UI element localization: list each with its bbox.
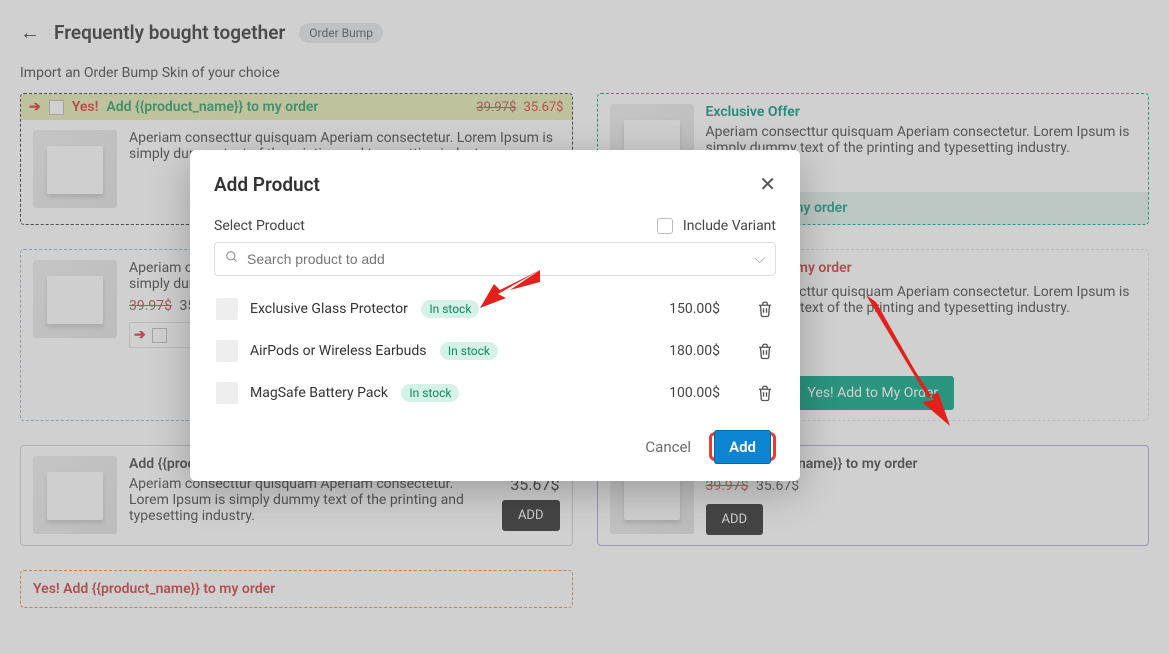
product-name: Exclusive Glass Protector In stock: [250, 301, 608, 317]
product-price: 100.00$: [620, 385, 720, 401]
product-price: 180.00$: [620, 343, 720, 359]
chevron-down-icon[interactable]: ⌵: [754, 251, 765, 267]
modal-title: Add Product: [214, 173, 320, 196]
product-name: AirPods or Wireless Earbuds In stock: [250, 343, 608, 359]
stock-badge: In stock: [401, 384, 459, 402]
add-button-highlight: Add: [709, 432, 776, 461]
include-variant-checkbox[interactable]: [657, 218, 673, 234]
product-name-text: AirPods or Wireless Earbuds: [250, 343, 426, 359]
modal-header: Add Product ✕: [214, 172, 776, 196]
modal-actions: Cancel Add: [214, 432, 776, 461]
annotation-arrow-icon: [856, 290, 956, 430]
stock-badge: In stock: [421, 300, 479, 318]
trash-icon[interactable]: [756, 384, 774, 402]
add-product-modal: Add Product ✕ Select Product Include Var…: [190, 150, 800, 481]
search-icon: [225, 250, 239, 268]
product-name-text: MagSafe Battery Pack: [250, 385, 388, 401]
trash-icon[interactable]: [756, 300, 774, 318]
product-row[interactable]: AirPods or Wireless Earbuds In stock 180…: [214, 330, 776, 372]
select-row: Select Product Include Variant: [214, 218, 776, 234]
product-thumb: [216, 340, 238, 362]
select-product-label: Select Product: [214, 218, 305, 234]
stock-badge: In stock: [440, 342, 498, 360]
product-row[interactable]: MagSafe Battery Pack In stock 100.00$: [214, 372, 776, 414]
include-variant-toggle[interactable]: Include Variant: [657, 218, 776, 234]
product-name-text: Exclusive Glass Protector: [250, 301, 408, 317]
cancel-button[interactable]: Cancel: [645, 438, 691, 456]
product-name: MagSafe Battery Pack In stock: [250, 385, 608, 401]
trash-icon[interactable]: [756, 342, 774, 360]
annotation-arrow-icon: [480, 262, 550, 312]
add-button[interactable]: Add: [714, 430, 771, 464]
include-variant-label: Include Variant: [683, 218, 776, 234]
product-thumb: [216, 298, 238, 320]
product-thumb: [216, 382, 238, 404]
product-price: 150.00$: [620, 301, 720, 317]
close-icon[interactable]: ✕: [759, 172, 776, 196]
